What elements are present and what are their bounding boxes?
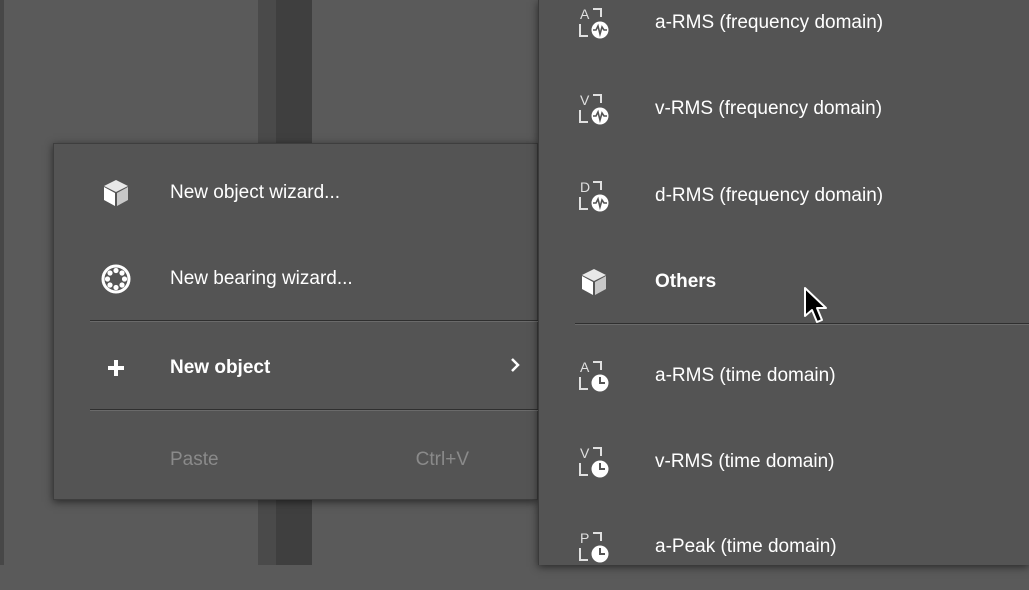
submenu-item-label: d-RMS (frequency domain) [655, 185, 884, 206]
v-time-icon: V [577, 445, 611, 479]
menu-item-label: New object [170, 357, 271, 378]
submenu-item-a-peak-time[interactable]: P a-Peak (time domain) [539, 504, 1029, 590]
background-panel-edge [0, 0, 4, 565]
d-frequency-icon: D [577, 179, 611, 213]
menu-item-label: New object wizard... [170, 182, 341, 203]
svg-text:V: V [580, 445, 590, 461]
paste-shortcut: Ctrl+V [415, 449, 469, 470]
plus-icon [99, 351, 133, 385]
cube-icon [99, 176, 133, 210]
menu-item-label: New bearing wizard... [170, 268, 353, 289]
context-menu: New object wizard... New bearing wizard.… [53, 143, 539, 500]
submenu-item-label: v-RMS (time domain) [655, 451, 835, 472]
submenu-item-v-rms-time[interactable]: V v-RMS (time domain) [539, 419, 1029, 505]
chevron-right-icon [509, 357, 521, 379]
submenu-item-d-rms-frequency[interactable]: D d-RMS (frequency domain) [539, 153, 1029, 239]
submenu-item-a-rms-time[interactable]: A a-RMS (time domain) [539, 333, 1029, 419]
new-object-submenu: A a-RMS (frequency domain) V v-RMS (freq… [538, 0, 1029, 565]
submenu-item-a-rms-frequency[interactable]: A a-RMS (frequency domain) [539, 0, 1029, 66]
v-frequency-icon: V [577, 92, 611, 126]
svg-text:D: D [580, 179, 590, 195]
submenu-item-label: Others [655, 271, 717, 292]
svg-text:A: A [580, 359, 590, 375]
submenu-item-label: v-RMS (frequency domain) [655, 98, 883, 119]
submenu-item-others[interactable]: Others [539, 239, 1029, 325]
submenu-item-label: a-Peak (time domain) [655, 536, 837, 557]
svg-text:P: P [580, 530, 589, 546]
submenu-item-v-rms-frequency[interactable]: V v-RMS (frequency domain) [539, 66, 1029, 152]
menu-item-new-object-wizard[interactable]: New object wizard... [54, 149, 539, 237]
a-time-icon: A [577, 359, 611, 393]
submenu-item-label: a-RMS (frequency domain) [655, 12, 884, 33]
menu-item-new-bearing-wizard[interactable]: New bearing wizard... [54, 235, 539, 323]
svg-text:A: A [580, 6, 590, 22]
menu-item-label: Paste [170, 449, 219, 470]
submenu-item-label: a-RMS (time domain) [655, 365, 836, 386]
svg-text:V: V [580, 92, 590, 108]
menu-separator [90, 409, 539, 411]
a-frequency-icon: A [577, 6, 611, 40]
menu-separator [90, 320, 539, 322]
bearing-icon [99, 262, 133, 296]
mouse-cursor-icon [803, 286, 829, 331]
menu-item-new-object[interactable]: New object [54, 324, 539, 412]
menu-item-paste[interactable]: Paste Ctrl+V [54, 416, 539, 504]
p-time-icon: P [577, 530, 611, 564]
submenu-separator [575, 323, 1029, 325]
cube-icon [577, 265, 611, 299]
